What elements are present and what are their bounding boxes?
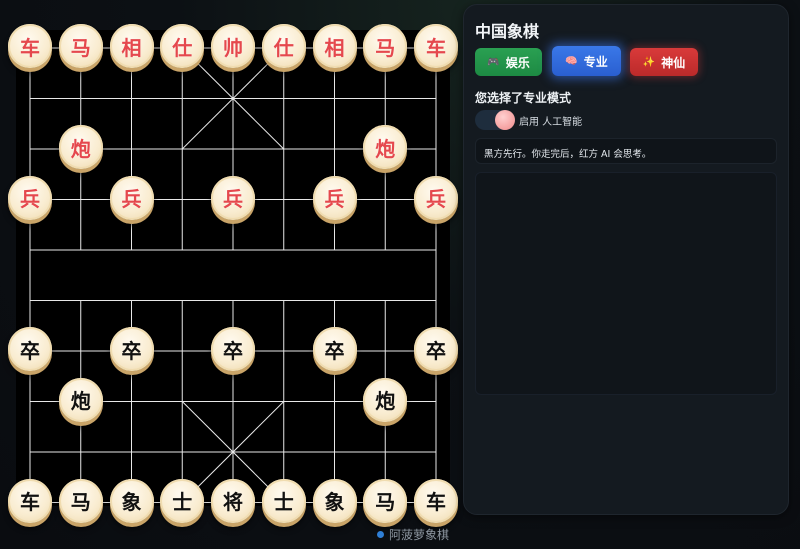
panel-title: 中国象棋 (475, 22, 540, 41)
red-piece[interactable]: 仕 (160, 24, 205, 68)
mode-button-label: 神仙 (661, 55, 686, 70)
black-piece[interactable]: 炮 (363, 377, 408, 422)
red-piece[interactable]: 仕 (261, 24, 306, 68)
ai-toggle-label: 启用 人工智能 (519, 117, 583, 128)
black-piece[interactable]: 炮 (58, 377, 103, 422)
black-piece[interactable]: 马 (363, 478, 408, 523)
mode-button-label: 娱乐 (505, 55, 530, 70)
board-grid (29, 47, 437, 503)
black-piece[interactable]: 将 (211, 478, 255, 523)
black-piece[interactable]: 卒 (414, 327, 458, 371)
selected-mode-text: 您选择了专业模式 (475, 91, 572, 105)
black-piece[interactable]: 象 (109, 478, 154, 523)
credit-text: 阿菠萝象棋 (389, 528, 450, 542)
red-piece[interactable]: 车 (8, 24, 52, 68)
red-piece[interactable]: 马 (58, 24, 103, 68)
red-piece[interactable]: 相 (312, 24, 357, 68)
red-piece[interactable]: 相 (109, 24, 154, 68)
mode-button-casual[interactable]: 🎮 娱乐 (475, 48, 542, 76)
red-piece[interactable]: 兵 (414, 175, 458, 220)
sparkle-icon: ✨ (642, 56, 656, 68)
status-message: 黑方先行。你走完后，红方 AI 会思考。 (475, 138, 777, 164)
red-piece[interactable]: 车 (414, 24, 458, 68)
toggle-knob (495, 110, 515, 130)
black-piece[interactable]: 卒 (8, 327, 52, 371)
mode-button-master[interactable]: ✨ 神仙 (630, 48, 698, 76)
red-piece[interactable]: 炮 (58, 125, 103, 169)
red-piece[interactable]: 兵 (8, 175, 52, 220)
ai-toggle[interactable] (475, 110, 515, 130)
black-piece[interactable]: 士 (160, 478, 205, 523)
move-log (475, 172, 777, 395)
red-piece[interactable]: 兵 (312, 175, 357, 220)
black-piece[interactable]: 卒 (312, 327, 357, 371)
red-piece[interactable]: 帅 (211, 24, 255, 68)
black-piece[interactable]: 卒 (211, 327, 255, 371)
black-piece[interactable]: 卒 (109, 327, 154, 371)
black-piece[interactable]: 车 (414, 478, 458, 523)
red-piece[interactable]: 炮 (363, 125, 408, 169)
brain-icon: 🧠 (565, 55, 578, 67)
red-piece[interactable]: 兵 (109, 175, 154, 220)
chess-board[interactable]: 车马相仕帅仕相马车炮炮兵兵兵兵兵卒卒卒卒卒炮炮车马象士将士象马车 (8, 24, 458, 523)
game-controller-icon: 🎮 (487, 56, 500, 68)
dot-icon (377, 531, 384, 538)
control-panel: 中国象棋 🎮 娱乐 🧠 专业 ✨ 神仙 您选择了专业模式 启用 人工智能 黑方先… (463, 4, 789, 515)
red-piece[interactable]: 兵 (211, 175, 255, 220)
mode-button-label: 专业 (583, 54, 608, 69)
mode-button-pro[interactable]: 🧠 专业 (552, 46, 621, 76)
red-piece[interactable]: 马 (363, 24, 408, 68)
black-piece[interactable]: 象 (312, 478, 357, 523)
black-piece[interactable]: 士 (261, 478, 306, 523)
black-piece[interactable]: 马 (58, 478, 103, 523)
credit: 阿菠萝象棋 (377, 526, 449, 543)
black-piece[interactable]: 车 (8, 478, 52, 523)
